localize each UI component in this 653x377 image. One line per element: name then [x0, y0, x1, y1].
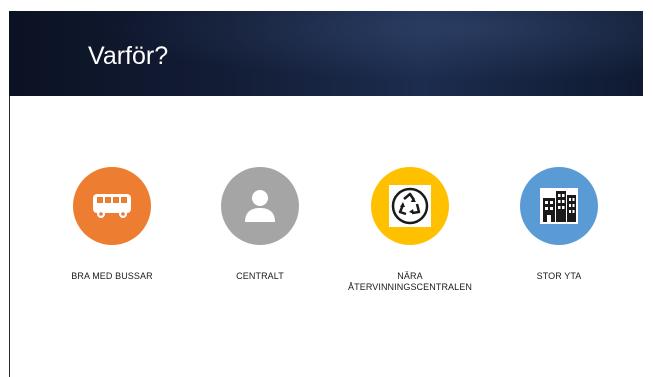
feature-nara-atervinningscentralen: NÄRA ÅTERVINNINGSCENTRALEN — [340, 167, 480, 293]
buildings-icon-circle — [520, 167, 598, 245]
recycle-icon-circle — [371, 167, 449, 245]
user-icon — [245, 190, 275, 222]
user-icon-circle — [221, 167, 299, 245]
feature-label-line-1: NÄRA — [397, 271, 423, 281]
feature-stor-yta: STOR YTA — [489, 167, 629, 282]
feature-label-line-2: ÅTERVINNINGSCENTRALEN — [348, 282, 472, 292]
feature-label: STOR YTA — [536, 271, 582, 281]
recycle-icon — [389, 185, 431, 227]
feature-label: NÄRA ÅTERVINNINGSCENTRALEN — [340, 271, 480, 293]
page-title: Varför? — [88, 42, 169, 70]
slide: Varför? BRA MED BUSSAR CENTRALT NÄRA ÅTE… — [0, 0, 653, 377]
feature-label: CENTRALT — [236, 271, 284, 281]
header-banner: Varför? — [9, 11, 643, 96]
bus-icon — [93, 194, 131, 218]
feature-label: BRA MED BUSSAR — [71, 271, 153, 281]
feature-centralt: CENTRALT — [190, 167, 330, 282]
buildings-icon — [540, 188, 578, 224]
bus-icon-circle — [73, 167, 151, 245]
left-border-line — [9, 96, 10, 377]
feature-bra-med-bussar: BRA MED BUSSAR — [42, 167, 182, 282]
